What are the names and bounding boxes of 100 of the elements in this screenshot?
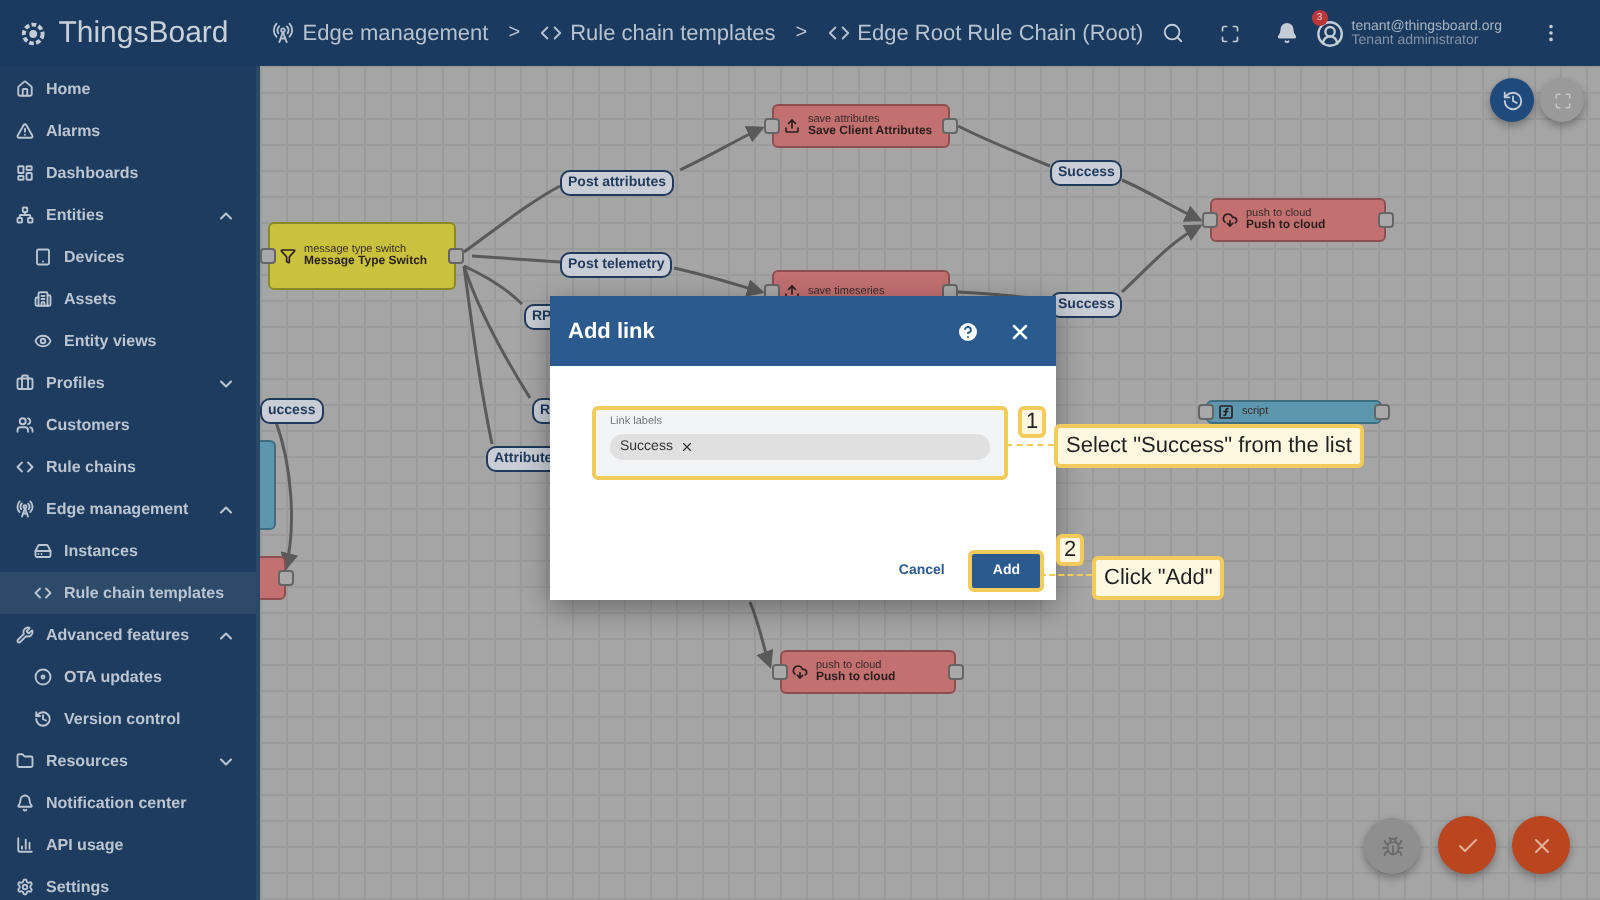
radio-tower-icon (272, 22, 295, 44)
instruction-callout: Click "Add" (1092, 556, 1225, 600)
close-icon[interactable] (1008, 319, 1032, 343)
connector-line[interactable] (1121, 178, 1203, 222)
sidebar-item-icon (16, 416, 34, 434)
step-number: 1 (1018, 406, 1047, 438)
sidebar-item[interactable]: Customers (0, 404, 256, 446)
bell-icon (1275, 22, 1298, 44)
breadcrumb-link[interactable]: Edge Root Rule Chain (Root) (827, 21, 1144, 45)
node-port[interactable] (1198, 404, 1214, 420)
fullscreen-icon (1553, 91, 1571, 109)
remove-icon[interactable] (680, 440, 695, 454)
breadcrumb-link[interactable]: Rule chain templates (540, 21, 776, 45)
code-icon (540, 22, 563, 44)
sidebar-item[interactable]: Edge management (0, 488, 256, 530)
connector-line[interactable] (673, 266, 765, 297)
sidebar-item[interactable]: Notification center (0, 782, 256, 824)
sidebar-item-icon (16, 836, 34, 854)
connector-line[interactable] (679, 126, 765, 172)
node-port[interactable] (260, 248, 276, 264)
connector-line[interactable] (957, 124, 1051, 168)
app-logo-text: ThingsBoard (58, 16, 229, 50)
node-port[interactable] (948, 664, 964, 680)
notifications-button[interactable] (1275, 22, 1298, 44)
sidebar-item[interactable]: Home (0, 68, 256, 110)
sidebar-item-icon (34, 248, 52, 266)
sidebar-item-icon (16, 164, 34, 182)
node-port[interactable] (278, 570, 294, 586)
sidebar-item-icon (16, 206, 34, 224)
sidebar-item[interactable]: Rule chain templates (0, 572, 256, 614)
node-icon (1222, 212, 1238, 228)
close-icon (1529, 833, 1553, 857)
connector-line[interactable] (1120, 224, 1203, 294)
node-port[interactable] (1202, 212, 1218, 228)
fullscreen-button[interactable] (1219, 23, 1240, 43)
sidebar-item-icon (34, 668, 52, 686)
sidebar-item[interactable]: Assets (0, 278, 256, 320)
connector-line[interactable] (462, 265, 494, 445)
node-icon (280, 248, 296, 264)
sidebar-item-icon (34, 542, 52, 560)
sidebar-item-icon (16, 752, 34, 770)
history-icon (1501, 89, 1523, 111)
sidebar-item-icon (16, 122, 34, 140)
debug-button[interactable] (1364, 818, 1420, 874)
sidebar-item[interactable]: Instances (0, 530, 256, 572)
code-icon (827, 22, 850, 44)
node-icon (784, 284, 800, 300)
sidebar-item[interactable]: Version control (0, 698, 256, 740)
apply-button[interactable] (1438, 816, 1496, 874)
node-port[interactable] (772, 664, 788, 680)
breadcrumb-separator: > (795, 22, 808, 44)
check-icon (1455, 833, 1479, 857)
sidebar-item[interactable]: Dashboards (0, 152, 256, 194)
sidebar-item[interactable]: Devices (0, 236, 256, 278)
sidebar-item[interactable]: OTA updates (0, 656, 256, 698)
version-history-button[interactable] (1490, 78, 1534, 122)
sidebar-item[interactable]: Entities (0, 194, 256, 236)
connector-line[interactable] (463, 184, 561, 254)
node-port[interactable] (942, 118, 958, 134)
sidebar-item-icon (34, 290, 52, 308)
step-number: 2 (1056, 534, 1085, 566)
node-icon (1218, 404, 1234, 420)
sidebar-item-icon (34, 332, 52, 350)
breadcrumb-separator: > (508, 22, 521, 44)
connector-line[interactable] (274, 421, 298, 571)
sidebar-item-icon (16, 500, 34, 518)
node-port[interactable] (448, 248, 464, 264)
sidebar-item[interactable]: Profiles (0, 362, 256, 404)
sidebar-item[interactable]: Rule chains (0, 446, 256, 488)
breadcrumb-link[interactable]: Edge management (272, 21, 489, 45)
connector-line[interactable] (748, 601, 774, 669)
sidebar-item[interactable]: Settings (0, 866, 256, 900)
node-icon (784, 118, 800, 134)
fullscreen-icon (1219, 23, 1240, 43)
help-icon[interactable] (956, 319, 980, 343)
connector-line[interactable] (462, 265, 532, 399)
node-port[interactable] (764, 118, 780, 134)
node-port[interactable] (1374, 404, 1390, 420)
sidebar-item[interactable]: Resources (0, 740, 256, 782)
avatar-icon (1315, 15, 1344, 51)
sidebar-item[interactable]: Entity views (0, 320, 256, 362)
sidebar-item-icon (16, 458, 34, 476)
sidebar-item[interactable]: API usage (0, 824, 256, 866)
node-port[interactable] (1378, 212, 1394, 228)
discard-button[interactable] (1512, 816, 1570, 874)
sidebar-item-icon (34, 584, 52, 602)
sidebar-item-icon (16, 626, 34, 644)
connector-line[interactable] (463, 264, 524, 306)
search-icon (1161, 22, 1184, 44)
sidebar-item[interactable]: Alarms (0, 110, 256, 152)
connector-line[interactable] (471, 254, 561, 264)
search-button[interactable] (1161, 22, 1184, 44)
sidebar-item-icon (34, 710, 52, 728)
sidebar-item[interactable]: Advanced features (0, 614, 256, 656)
sidebar-item-icon (16, 374, 34, 392)
instruction-callout: Select "Success" from the list (1054, 424, 1364, 468)
sidebar-item-icon (16, 878, 34, 896)
dialog-title: Add link (568, 319, 657, 343)
node-icon (792, 664, 808, 680)
sidebar-item-icon (16, 80, 34, 98)
